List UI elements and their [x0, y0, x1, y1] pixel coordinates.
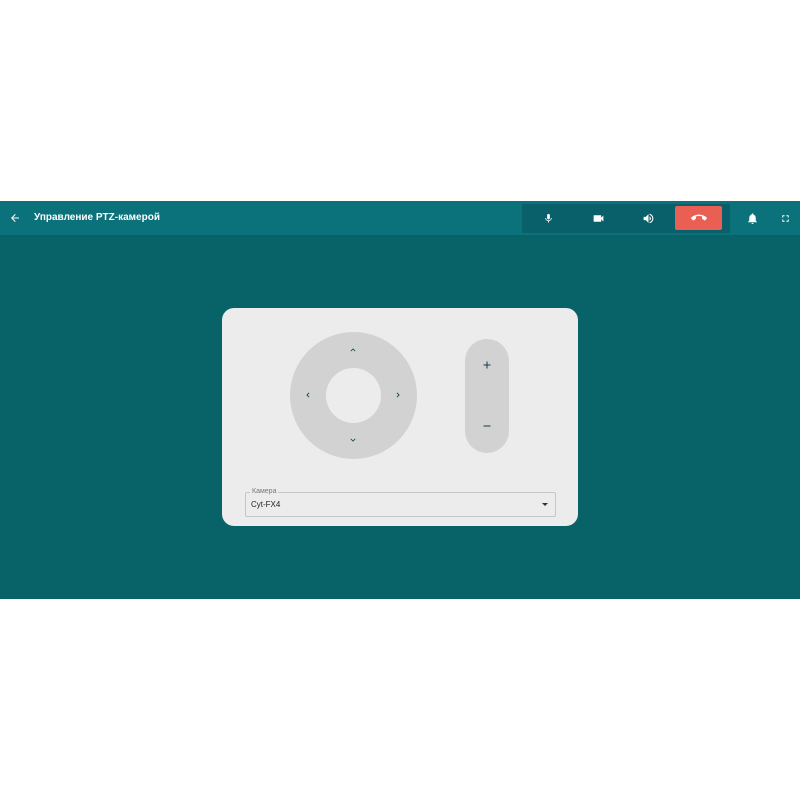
- dropdown-arrow-icon: [542, 503, 548, 506]
- fullscreen-button[interactable]: [776, 209, 794, 227]
- volume-button[interactable]: [632, 204, 664, 233]
- page-title: Управление PTZ-камерой: [34, 212, 160, 223]
- direction-pad-center: [326, 368, 381, 423]
- camera-button[interactable]: [582, 204, 614, 233]
- end-call-button[interactable]: [675, 206, 722, 230]
- zoom-out-button[interactable]: [477, 416, 497, 436]
- chevron-left-icon: [306, 392, 310, 398]
- chevron-right-icon: [396, 392, 400, 398]
- chevron-up-icon: [350, 348, 356, 352]
- pan-right-button[interactable]: [389, 386, 407, 404]
- pan-left-button[interactable]: [299, 386, 317, 404]
- camera-select-value: Cyt-FX4: [251, 500, 281, 509]
- call-controls: [522, 204, 730, 233]
- plus-icon: [483, 361, 491, 369]
- camera-select[interactable]: Камера Cyt-FX4: [245, 487, 556, 517]
- ptz-control-panel: Камера Cyt-FX4: [222, 308, 578, 526]
- microphone-button[interactable]: [532, 204, 564, 233]
- zoom-in-button[interactable]: [477, 355, 497, 375]
- fullscreen-icon: [781, 214, 789, 222]
- back-button[interactable]: [6, 209, 24, 227]
- arrow-left-icon: [11, 214, 19, 222]
- video-camera-icon: [593, 215, 603, 222]
- pan-up-button[interactable]: [344, 341, 362, 359]
- phone-hangup-icon: [690, 214, 707, 221]
- speaker-volume-icon: [643, 213, 653, 224]
- camera-select-label: Камера: [250, 487, 279, 496]
- direction-pad: [290, 332, 417, 459]
- pan-down-button[interactable]: [344, 431, 362, 449]
- notifications-button[interactable]: [743, 209, 761, 227]
- ptz-app: Управление PTZ-камерой Камера Cyt-FX4: [0, 201, 800, 599]
- chevron-down-icon: [350, 438, 356, 442]
- minus-icon: [483, 425, 491, 427]
- microphone-icon: [544, 213, 552, 223]
- top-bar: Управление PTZ-камерой: [0, 201, 800, 235]
- zoom-control: [465, 339, 509, 453]
- bell-icon: [747, 212, 757, 224]
